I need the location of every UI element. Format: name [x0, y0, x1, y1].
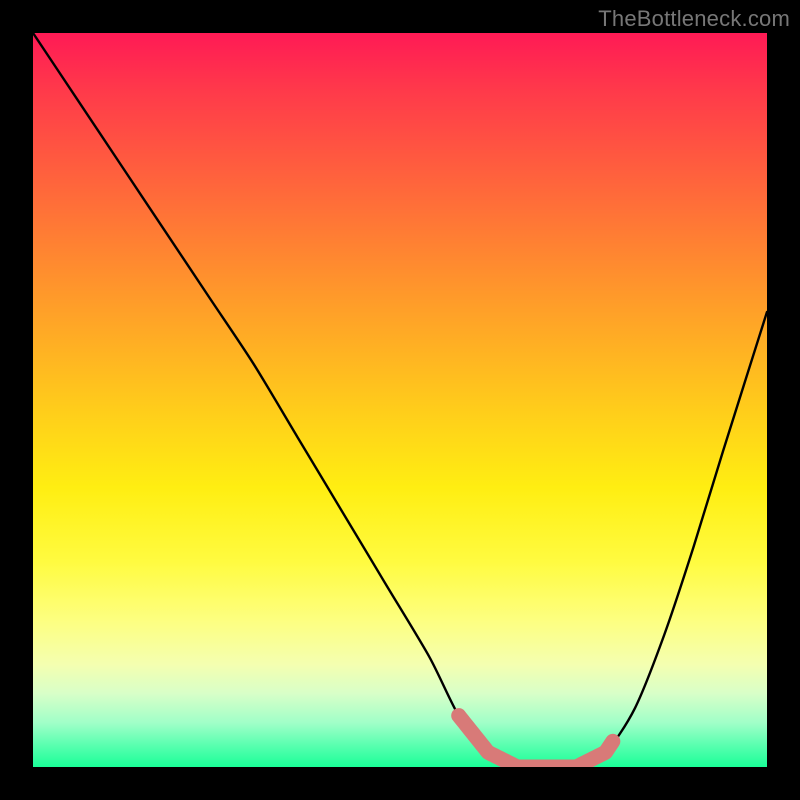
- bottleneck-curve: [33, 33, 767, 767]
- plot-area: [33, 33, 767, 767]
- chart-container: TheBottleneck.com: [0, 0, 800, 800]
- attribution-text: TheBottleneck.com: [598, 6, 790, 32]
